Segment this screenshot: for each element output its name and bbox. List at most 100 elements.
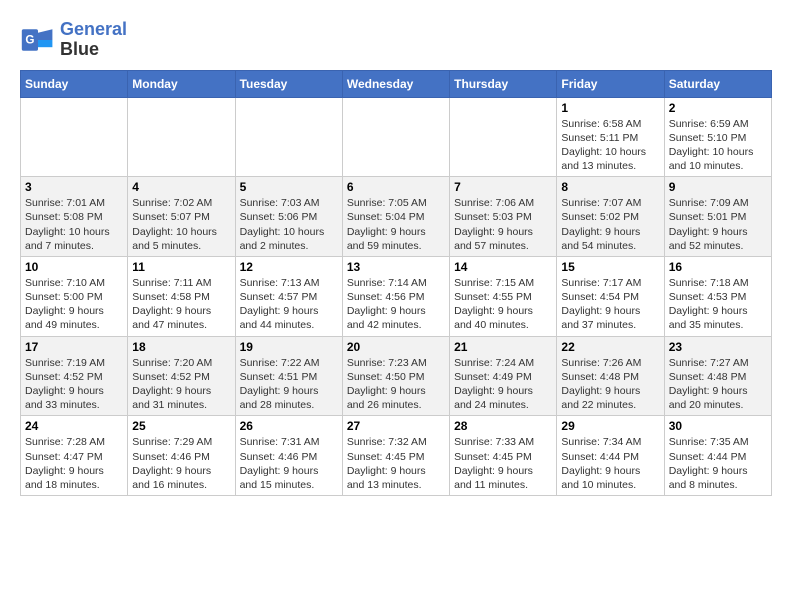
- day-info: Sunrise: 7:28 AM Sunset: 4:47 PM Dayligh…: [25, 435, 123, 492]
- day-number: 17: [25, 340, 123, 354]
- day-number: 22: [561, 340, 659, 354]
- day-info: Sunrise: 7:15 AM Sunset: 4:55 PM Dayligh…: [454, 276, 552, 333]
- day-info: Sunrise: 7:02 AM Sunset: 5:07 PM Dayligh…: [132, 196, 230, 253]
- calendar-cell: 4 Sunrise: 7:02 AM Sunset: 5:07 PM Daylig…: [128, 177, 235, 257]
- day-info: Sunrise: 7:26 AM Sunset: 4:48 PM Dayligh…: [561, 356, 659, 413]
- calendar-body: 1 Sunrise: 6:58 AM Sunset: 5:11 PM Daylig…: [21, 97, 772, 495]
- calendar-cell: [235, 97, 342, 177]
- day-info: Sunrise: 7:35 AM Sunset: 4:44 PM Dayligh…: [669, 435, 767, 492]
- day-number: 11: [132, 260, 230, 274]
- logo: G General Blue: [20, 20, 127, 60]
- day-number: 28: [454, 419, 552, 433]
- day-number: 27: [347, 419, 445, 433]
- calendar-cell: 1 Sunrise: 6:58 AM Sunset: 5:11 PM Daylig…: [557, 97, 664, 177]
- calendar-cell: 21 Sunrise: 7:24 AM Sunset: 4:49 PM Dayli…: [450, 336, 557, 416]
- day-number: 20: [347, 340, 445, 354]
- calendar-cell: 12Sunrise: 7:13 AM Sunset: 4:57 PM Dayli…: [235, 256, 342, 336]
- calendar-cell: [128, 97, 235, 177]
- calendar-cell: 16 Sunrise: 7:18 AM Sunset: 4:53 PM Dayli…: [664, 256, 771, 336]
- day-info: Sunrise: 7:23 AM Sunset: 4:50 PM Dayligh…: [347, 356, 445, 413]
- day-info: Sunrise: 7:17 AM Sunset: 4:54 PM Dayligh…: [561, 276, 659, 333]
- day-number: 13: [347, 260, 445, 274]
- day-info: Sunrise: 7:11 AM Sunset: 4:58 PM Dayligh…: [132, 276, 230, 333]
- day-info: Sunrise: 7:24 AM Sunset: 4:49 PM Dayligh…: [454, 356, 552, 413]
- calendar-cell: [21, 97, 128, 177]
- day-number: 5: [240, 180, 338, 194]
- day-info: Sunrise: 7:07 AM Sunset: 5:02 PM Dayligh…: [561, 196, 659, 253]
- day-info: Sunrise: 7:22 AM Sunset: 4:51 PM Dayligh…: [240, 356, 338, 413]
- calendar-cell: 27 Sunrise: 7:32 AM Sunset: 4:45 PM Dayli…: [342, 416, 449, 496]
- calendar-cell: 6Sunrise: 7:05 AM Sunset: 5:04 PM Daylig…: [342, 177, 449, 257]
- page-header: G General Blue: [20, 20, 772, 60]
- calendar-cell: 18 Sunrise: 7:20 AM Sunset: 4:52 PM Dayli…: [128, 336, 235, 416]
- day-number: 1: [561, 101, 659, 115]
- day-info: Sunrise: 7:27 AM Sunset: 4:48 PM Dayligh…: [669, 356, 767, 413]
- calendar-cell: 20 Sunrise: 7:23 AM Sunset: 4:50 PM Dayli…: [342, 336, 449, 416]
- calendar-week-5: 24 Sunrise: 7:28 AM Sunset: 4:47 PM Dayli…: [21, 416, 772, 496]
- calendar-cell: 8 Sunrise: 7:07 AM Sunset: 5:02 PM Daylig…: [557, 177, 664, 257]
- weekday-wednesday: Wednesday: [342, 70, 449, 97]
- calendar-cell: 13Sunrise: 7:14 AM Sunset: 4:56 PM Dayli…: [342, 256, 449, 336]
- calendar-week-4: 17 Sunrise: 7:19 AM Sunset: 4:52 PM Dayli…: [21, 336, 772, 416]
- weekday-tuesday: Tuesday: [235, 70, 342, 97]
- day-number: 14: [454, 260, 552, 274]
- calendar-cell: 15 Sunrise: 7:17 AM Sunset: 4:54 PM Dayli…: [557, 256, 664, 336]
- weekday-friday: Friday: [557, 70, 664, 97]
- day-info: Sunrise: 7:33 AM Sunset: 4:45 PM Dayligh…: [454, 435, 552, 492]
- weekday-thursday: Thursday: [450, 70, 557, 97]
- calendar-cell: 25 Sunrise: 7:29 AM Sunset: 4:46 PM Dayli…: [128, 416, 235, 496]
- day-number: 12: [240, 260, 338, 274]
- day-number: 2: [669, 101, 767, 115]
- day-info: Sunrise: 7:05 AM Sunset: 5:04 PM Dayligh…: [347, 196, 445, 253]
- calendar-cell: 19 Sunrise: 7:22 AM Sunset: 4:51 PM Dayli…: [235, 336, 342, 416]
- calendar-cell: 24 Sunrise: 7:28 AM Sunset: 4:47 PM Dayli…: [21, 416, 128, 496]
- calendar-cell: 3Sunrise: 7:01 AM Sunset: 5:08 PM Daylig…: [21, 177, 128, 257]
- day-info: Sunrise: 7:09 AM Sunset: 5:01 PM Dayligh…: [669, 196, 767, 253]
- calendar-cell: 29Sunrise: 7:34 AM Sunset: 4:44 PM Dayli…: [557, 416, 664, 496]
- weekday-sunday: Sunday: [21, 70, 128, 97]
- calendar-cell: 17 Sunrise: 7:19 AM Sunset: 4:52 PM Dayli…: [21, 336, 128, 416]
- day-info: Sunrise: 7:32 AM Sunset: 4:45 PM Dayligh…: [347, 435, 445, 492]
- day-number: 15: [561, 260, 659, 274]
- calendar-cell: 14 Sunrise: 7:15 AM Sunset: 4:55 PM Dayli…: [450, 256, 557, 336]
- calendar-table: SundayMondayTuesdayWednesdayThursdayFrid…: [20, 70, 772, 496]
- day-info: Sunrise: 7:19 AM Sunset: 4:52 PM Dayligh…: [25, 356, 123, 413]
- weekday-monday: Monday: [128, 70, 235, 97]
- day-number: 26: [240, 419, 338, 433]
- calendar-week-3: 10Sunrise: 7:10 AM Sunset: 5:00 PM Dayli…: [21, 256, 772, 336]
- day-number: 25: [132, 419, 230, 433]
- day-number: 19: [240, 340, 338, 354]
- calendar-cell: [450, 97, 557, 177]
- logo-text: General Blue: [60, 20, 127, 60]
- svg-text:G: G: [25, 33, 34, 46]
- day-info: Sunrise: 6:58 AM Sunset: 5:11 PM Dayligh…: [561, 117, 659, 174]
- calendar-cell: 2 Sunrise: 6:59 AM Sunset: 5:10 PM Daylig…: [664, 97, 771, 177]
- day-number: 30: [669, 419, 767, 433]
- calendar-cell: 10Sunrise: 7:10 AM Sunset: 5:00 PM Dayli…: [21, 256, 128, 336]
- calendar-cell: 7Sunrise: 7:06 AM Sunset: 5:03 PM Daylig…: [450, 177, 557, 257]
- calendar-cell: 26 Sunrise: 7:31 AM Sunset: 4:46 PM Dayli…: [235, 416, 342, 496]
- day-number: 21: [454, 340, 552, 354]
- day-number: 24: [25, 419, 123, 433]
- day-number: 8: [561, 180, 659, 194]
- calendar-week-2: 3Sunrise: 7:01 AM Sunset: 5:08 PM Daylig…: [21, 177, 772, 257]
- day-info: Sunrise: 7:01 AM Sunset: 5:08 PM Dayligh…: [25, 196, 123, 253]
- day-number: 16: [669, 260, 767, 274]
- calendar-cell: 23 Sunrise: 7:27 AM Sunset: 4:48 PM Dayli…: [664, 336, 771, 416]
- calendar-cell: 30 Sunrise: 7:35 AM Sunset: 4:44 PM Dayli…: [664, 416, 771, 496]
- calendar-cell: 11 Sunrise: 7:11 AM Sunset: 4:58 PM Dayli…: [128, 256, 235, 336]
- day-info: Sunrise: 7:29 AM Sunset: 4:46 PM Dayligh…: [132, 435, 230, 492]
- day-info: Sunrise: 7:31 AM Sunset: 4:46 PM Dayligh…: [240, 435, 338, 492]
- day-info: Sunrise: 7:18 AM Sunset: 4:53 PM Dayligh…: [669, 276, 767, 333]
- day-info: Sunrise: 7:20 AM Sunset: 4:52 PM Dayligh…: [132, 356, 230, 413]
- day-number: 18: [132, 340, 230, 354]
- calendar-cell: 9Sunrise: 7:09 AM Sunset: 5:01 PM Daylig…: [664, 177, 771, 257]
- day-number: 10: [25, 260, 123, 274]
- day-info: Sunrise: 7:34 AM Sunset: 4:44 PM Dayligh…: [561, 435, 659, 492]
- day-number: 23: [669, 340, 767, 354]
- day-info: Sunrise: 6:59 AM Sunset: 5:10 PM Dayligh…: [669, 117, 767, 174]
- logo-icon: G: [20, 22, 56, 58]
- calendar-cell: 5Sunrise: 7:03 AM Sunset: 5:06 PM Daylig…: [235, 177, 342, 257]
- day-number: 4: [132, 180, 230, 194]
- calendar-cell: 28 Sunrise: 7:33 AM Sunset: 4:45 PM Dayli…: [450, 416, 557, 496]
